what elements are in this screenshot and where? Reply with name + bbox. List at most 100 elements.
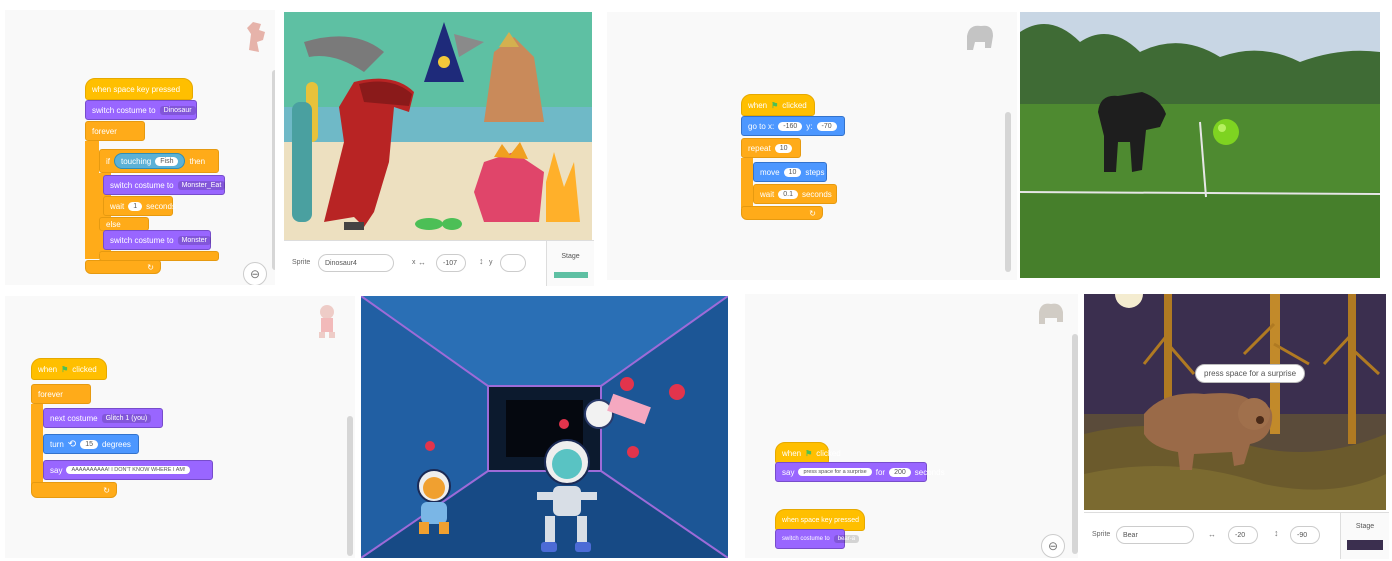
dinosaur-scene-art bbox=[284, 12, 592, 240]
steps-label: steps bbox=[805, 167, 825, 177]
turn-label: turn bbox=[50, 439, 64, 449]
when-flag-clicked-block[interactable]: when ⚑ clicked bbox=[775, 442, 841, 464]
say-block[interactable]: say AAAAAAAAAA! I DON'T KNOW WHERE I AM! bbox=[43, 460, 213, 480]
block-text: switch costume to bbox=[92, 105, 156, 115]
forever-block[interactable]: forever bbox=[85, 121, 145, 141]
next-costume-label: next costume bbox=[50, 413, 98, 423]
stage-bear-forest[interactable] bbox=[1084, 294, 1386, 510]
else-label-block: else bbox=[99, 217, 149, 231]
stage-dinosaur-scene[interactable] bbox=[284, 12, 592, 240]
y-input[interactable]: -90 bbox=[1290, 526, 1320, 544]
x-input[interactable]: -20 bbox=[1228, 526, 1258, 544]
repeat-input[interactable]: 10 bbox=[774, 143, 793, 153]
x-arrows-icon: ↔ bbox=[1208, 530, 1216, 539]
block-text: when space key pressed bbox=[92, 84, 181, 94]
x-input[interactable]: -107 bbox=[436, 254, 466, 272]
clicked-label: clicked bbox=[816, 448, 841, 458]
next-costume-block[interactable]: next costume Glitch 1 (you) bbox=[43, 408, 163, 428]
wait-label: wait bbox=[760, 189, 775, 199]
wait-block[interactable]: wait 0.1 seconds bbox=[753, 184, 837, 204]
loop-arrow-icon: ↻ bbox=[103, 485, 110, 495]
say-input[interactable]: AAAAAAAAAA! I DON'T KNOW WHERE I AM! bbox=[66, 466, 191, 474]
forever-block[interactable]: forever bbox=[31, 384, 91, 404]
touching-dropdown[interactable]: Fish bbox=[155, 156, 179, 166]
when-flag-clicked-block[interactable]: when ⚑ clicked bbox=[741, 94, 815, 116]
code-scrollbar[interactable] bbox=[1072, 334, 1078, 554]
stage-space-tunnel[interactable] bbox=[361, 296, 728, 558]
go-to-xy-block[interactable]: go to x: -160 y: -70 bbox=[741, 116, 845, 136]
switch-costume-block[interactable]: switch costume to bear-a bbox=[775, 529, 860, 549]
go-to-label: go to x: bbox=[748, 121, 775, 131]
move-label: move bbox=[760, 167, 780, 177]
repeat-block[interactable]: repeat 10 bbox=[741, 138, 801, 158]
y-label: y: bbox=[806, 121, 813, 131]
stage-label: Stage bbox=[561, 253, 580, 260]
sprite-name-input[interactable]: Dinosaur4 bbox=[318, 254, 394, 272]
say-for-secs-block[interactable]: say press space for a surprise for 200 s… bbox=[775, 462, 945, 482]
wait-block[interactable]: wait 1 seconds bbox=[103, 196, 176, 216]
code-scrollbar[interactable] bbox=[272, 70, 275, 270]
when-label: when bbox=[782, 448, 802, 458]
sprite-info-bar: Sprite Dinosaur4 x ↔ -107 ↕ y Stage bbox=[284, 240, 594, 286]
wait-input[interactable]: 1 bbox=[128, 201, 143, 211]
zoom-reset-button[interactable]: ⊖ bbox=[1041, 534, 1065, 558]
block-text: when space key pressed bbox=[782, 516, 860, 524]
switch-label: switch costume to bbox=[782, 536, 830, 542]
touching-label: touching bbox=[121, 156, 152, 166]
stage-tab[interactable]: Stage bbox=[546, 241, 594, 286]
forever-end-cap: ↻ bbox=[31, 482, 117, 498]
move-input[interactable]: 10 bbox=[783, 167, 802, 177]
say-input[interactable]: press space for a surprise bbox=[798, 468, 872, 476]
move-steps-block[interactable]: move 10 steps bbox=[753, 162, 827, 182]
switch-costume-block-2[interactable]: switch costume to Monster_Eat bbox=[103, 175, 226, 195]
touching-block[interactable]: touching Fish bbox=[114, 153, 186, 169]
else-label: else bbox=[106, 219, 121, 229]
switch-costume-block-3[interactable]: switch costume to Monster bbox=[103, 230, 211, 250]
loop-arrow-icon: ↻ bbox=[809, 208, 816, 218]
stage-thumbnail[interactable] bbox=[1347, 540, 1383, 550]
costume-dropdown[interactable]: bear-a bbox=[833, 535, 860, 543]
stage-tab[interactable]: Stage bbox=[1340, 513, 1389, 559]
switch-costume-block[interactable]: switch costume to Dinosaur bbox=[85, 100, 197, 120]
for-label: for bbox=[875, 467, 886, 477]
if-else-block[interactable]: if touching Fish then bbox=[99, 149, 219, 173]
forever-label: forever bbox=[38, 389, 63, 399]
wait-input[interactable]: 0.1 bbox=[778, 189, 798, 199]
costume-dropdown[interactable]: Dinosaur bbox=[159, 105, 196, 115]
clicked-label: clicked bbox=[782, 100, 807, 110]
costume-dropdown-3[interactable]: Monster bbox=[177, 235, 211, 245]
space-tunnel-art bbox=[361, 296, 728, 558]
y-input[interactable]: -70 bbox=[816, 121, 837, 131]
stage-dog-field[interactable] bbox=[1020, 12, 1380, 278]
code-panel-bear: ⊖ when ⚑ clicked say press space for a s… bbox=[745, 294, 1078, 558]
costume-dropdown[interactable]: Glitch 1 (you) bbox=[101, 413, 152, 423]
forever-mouth bbox=[85, 141, 99, 259]
x-input[interactable]: -160 bbox=[778, 121, 803, 131]
seconds-label: seconds bbox=[914, 467, 945, 477]
seconds-label: seconds bbox=[801, 189, 832, 199]
forever-end-cap: ↻ bbox=[85, 260, 161, 274]
forever-mouth bbox=[31, 404, 43, 486]
y-input[interactable] bbox=[500, 254, 526, 272]
when-key-pressed-block[interactable]: when space key pressed bbox=[85, 78, 193, 100]
sprite-label: Sprite bbox=[1092, 531, 1111, 538]
turn-degrees-block[interactable]: turn ⟲ 15 degrees bbox=[43, 434, 139, 454]
sprite-name-input[interactable]: Bear bbox=[1116, 526, 1194, 544]
say-label: say bbox=[782, 467, 795, 477]
x-arrows-icon: ↔ bbox=[418, 258, 426, 267]
wait-label: wait bbox=[110, 201, 125, 211]
code-scrollbar[interactable] bbox=[1005, 112, 1011, 272]
block-text: switch costume to bbox=[110, 235, 174, 245]
secs-input[interactable]: 200 bbox=[889, 467, 911, 477]
turn-input[interactable]: 15 bbox=[80, 439, 98, 449]
bear-speech-bubble: press space for a surprise bbox=[1195, 364, 1306, 383]
costume-dropdown-2[interactable]: Monster_Eat bbox=[177, 180, 226, 190]
zoom-reset-button[interactable]: ⊖ bbox=[243, 262, 267, 285]
when-flag-clicked-block[interactable]: when ⚑ clicked bbox=[31, 358, 107, 380]
stage-thumbnail[interactable] bbox=[553, 272, 588, 278]
when-key-pressed-block[interactable]: when space key pressed bbox=[775, 509, 865, 531]
when-label: when bbox=[748, 100, 768, 110]
block-text: switch costume to bbox=[110, 180, 174, 190]
y-arrows-icon: ↕ bbox=[479, 256, 484, 266]
code-scrollbar[interactable] bbox=[347, 416, 353, 556]
